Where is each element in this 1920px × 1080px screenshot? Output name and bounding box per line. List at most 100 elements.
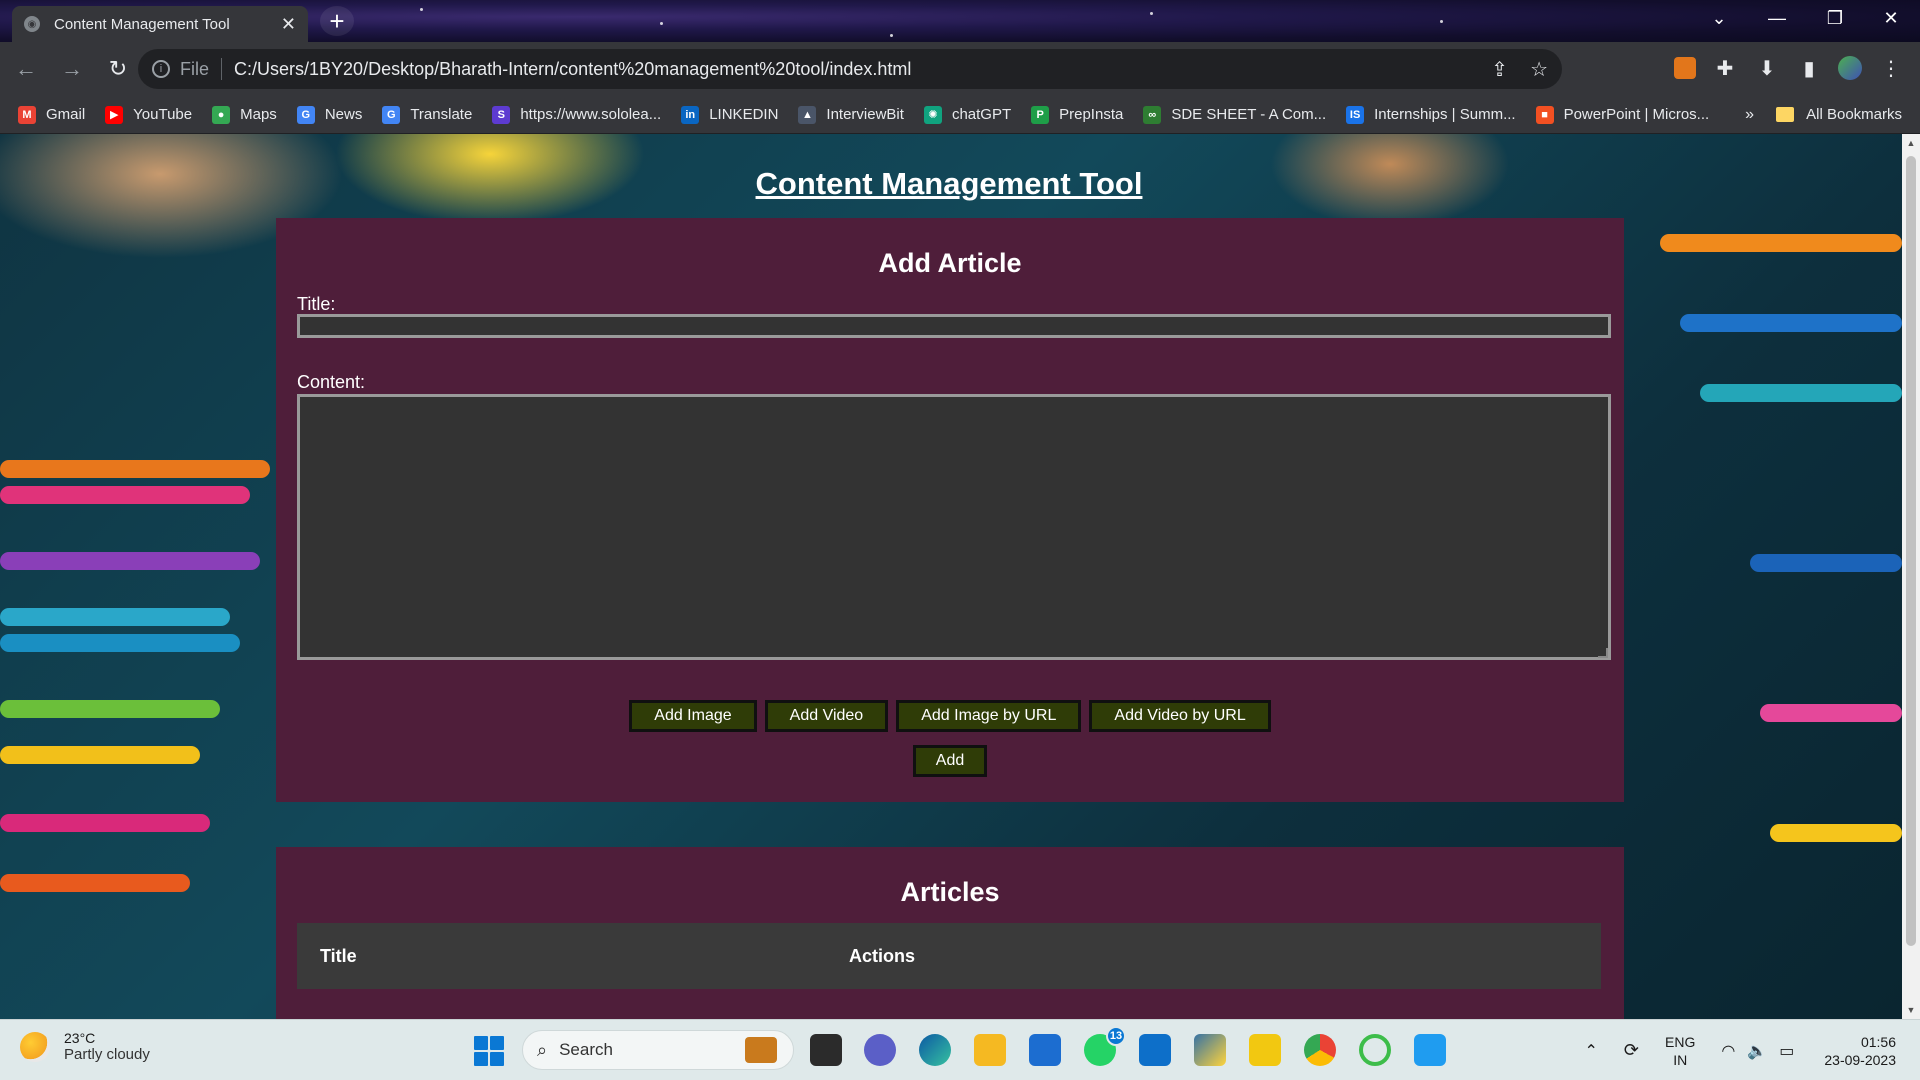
all-bookmarks-label: All Bookmarks xyxy=(1806,106,1902,123)
browser-tab-strip: ◉ Content Management Tool ✕ + ⌄ — ❐ ✕ xyxy=(0,0,1920,42)
refresh-circle-app-icon[interactable] xyxy=(1359,1034,1391,1066)
notification-badge: 13 xyxy=(1106,1026,1126,1046)
close-tab-icon[interactable]: ✕ xyxy=(281,14,296,35)
python-idle-icon[interactable] xyxy=(1194,1034,1226,1066)
microsoft-icon: ■ xyxy=(1535,105,1554,124)
menu-kebab-icon[interactable]: ⋮ xyxy=(1878,54,1904,82)
content-textarea[interactable] xyxy=(297,394,1611,660)
site-info-icon[interactable]: i xyxy=(152,60,170,78)
profile-avatar[interactable] xyxy=(1838,56,1862,80)
system-tray: ⌃ ⟳ ENG IN ◠ 🔈 ▭ 01:56 23-09-2023 xyxy=(1585,1020,1920,1080)
bookmark-label: chatGPT xyxy=(951,106,1012,123)
file-explorer-icon[interactable] xyxy=(974,1034,1006,1066)
microsoft-store-icon[interactable] xyxy=(1029,1034,1061,1066)
downloads-icon[interactable]: ⬇ xyxy=(1754,54,1780,82)
background-decoration xyxy=(1750,554,1902,572)
scrollbar-thumb[interactable] xyxy=(1906,156,1916,946)
language-indicator[interactable]: ENG IN xyxy=(1665,1033,1695,1069)
content-label: Content: xyxy=(297,372,366,392)
vscode-icon[interactable] xyxy=(1414,1034,1446,1066)
resize-grip-icon[interactable] xyxy=(1598,648,1608,658)
teams-chat-icon[interactable] xyxy=(864,1034,896,1066)
bookmark-label: InterviewBit xyxy=(826,106,904,123)
metamask-fox-icon[interactable] xyxy=(1674,57,1696,79)
background-decoration xyxy=(0,746,200,764)
bookmark-label: https://www.sololea... xyxy=(520,106,662,123)
bookmark-item[interactable]: M Gmail xyxy=(18,105,85,124)
title-input[interactable] xyxy=(297,314,1611,338)
bookmark-item[interactable]: ▶ YouTube xyxy=(105,105,192,124)
url-text[interactable]: C:/Users/1BY20/Desktop/Bharath-Intern/co… xyxy=(234,59,911,80)
new-tab-button[interactable]: + xyxy=(320,6,354,36)
battery-icon: ▭ xyxy=(1779,1042,1795,1060)
bookmark-item[interactable]: P PrepInsta xyxy=(1031,105,1124,124)
chatgpt-icon: ✺ xyxy=(923,105,942,124)
bookmark-item[interactable]: Shttps://www.sololea... xyxy=(492,105,662,124)
mail-app-icon[interactable] xyxy=(1139,1034,1171,1066)
add-article-button[interactable]: Add xyxy=(912,745,988,777)
scroll-down-arrow-icon[interactable]: ▼ xyxy=(1902,1001,1920,1019)
tab-search-button[interactable]: ⌄ xyxy=(1690,0,1748,36)
bookmarks-overflow-chevron[interactable]: » xyxy=(1745,106,1754,124)
page-scrollbar[interactable]: ▲ ▼ xyxy=(1902,134,1920,1019)
bookmark-label: SDE SHEET - A Com... xyxy=(1171,106,1327,123)
taskbar-search[interactable]: ⌕ Search xyxy=(522,1030,794,1070)
sync-icon[interactable]: ⟳ xyxy=(1624,1040,1639,1061)
background-decoration xyxy=(1770,824,1902,842)
restore-button[interactable]: ❐ xyxy=(1806,0,1864,36)
tab-content-management-tool[interactable]: ◉ Content Management Tool ✕ xyxy=(12,6,308,42)
weather-widget[interactable]: 23°C Partly cloudy xyxy=(20,1030,150,1063)
chrome-browser-icon[interactable] xyxy=(1304,1034,1336,1066)
add-video-button[interactable]: Add Video xyxy=(764,700,889,732)
edge-browser-icon[interactable] xyxy=(919,1034,951,1066)
start-windows-icon[interactable] xyxy=(474,1036,504,1066)
network-volume-battery[interactable]: ◠ 🔈 ▭ xyxy=(1721,1041,1794,1061)
bookmark-item[interactable]: ∞ SDE SHEET - A Com... xyxy=(1143,105,1327,124)
scroll-up-arrow-icon[interactable]: ▲ xyxy=(1902,134,1920,152)
extensions-puzzle-icon[interactable]: ✚ xyxy=(1712,54,1738,82)
title-label: Title: xyxy=(297,294,336,314)
back-button[interactable]: ← xyxy=(6,49,46,89)
language-code: ENG xyxy=(1665,1033,1696,1050)
share-icon[interactable]: ⇪ xyxy=(1491,57,1508,82)
bookmark-item[interactable]: ✺ chatGPT xyxy=(923,105,1012,124)
add-image-button[interactable]: Add Image xyxy=(629,700,757,732)
bookmark-item[interactable]: ■ PowerPoint | Micros... xyxy=(1535,105,1709,124)
clock-time: 01:56 xyxy=(1860,1033,1896,1050)
side-panel-icon[interactable]: ▮ xyxy=(1796,54,1822,82)
background-decoration xyxy=(0,460,270,478)
close-window-button[interactable]: ✕ xyxy=(1862,0,1920,36)
bookmark-item[interactable]: IS Internships | Summ... xyxy=(1346,105,1516,124)
whatsapp-icon[interactable]: 13 xyxy=(1084,1026,1126,1066)
media-button-row: Add Image Add Video Add Image by URL Add… xyxy=(276,700,1624,732)
reload-button[interactable]: ↻ xyxy=(98,49,138,89)
minimize-button[interactable]: — xyxy=(1748,0,1806,36)
clock[interactable]: 01:56 23-09-2023 xyxy=(1824,1033,1896,1069)
page-title[interactable]: Content Management Tool xyxy=(0,166,1898,202)
forward-button[interactable]: → xyxy=(52,49,92,89)
bookmark-label: PrepInsta xyxy=(1059,106,1124,123)
bookmark-item[interactable]: in LINKEDIN xyxy=(681,105,778,124)
power-bi-icon[interactable] xyxy=(1249,1034,1281,1066)
bookmark-item[interactable]: G News xyxy=(296,105,362,124)
briefcase-icon xyxy=(745,1037,777,1063)
bookmark-star-icon[interactable]: ☆ xyxy=(1530,57,1548,82)
task-view-icon[interactable] xyxy=(810,1034,842,1066)
divider xyxy=(221,58,223,80)
clock-date: 23-09-2023 xyxy=(1824,1051,1896,1068)
add-image-by-url-button[interactable]: Add Image by URL xyxy=(896,700,1082,732)
background-decoration xyxy=(1760,704,1902,722)
all-bookmarks-button[interactable]: All Bookmarks xyxy=(1776,106,1902,123)
toolbar-icons: ✚ ⬇ ▮ ⋮ xyxy=(1674,54,1904,82)
search-icon: ⌕ xyxy=(537,1039,548,1060)
translate-icon: G xyxy=(382,105,401,124)
bookmark-item[interactable]: ● Maps xyxy=(212,105,277,124)
add-video-by-url-button[interactable]: Add Video by URL xyxy=(1089,700,1271,732)
windows-taskbar: 23°C Partly cloudy ⌕ Search 13 ⌃ ⟳ ENG I… xyxy=(0,1019,1920,1080)
address-bar[interactable]: i File C:/Users/1BY20/Desktop/Bharath-In… xyxy=(138,49,1562,89)
show-hidden-icons-chevron[interactable]: ⌃ xyxy=(1585,1041,1598,1061)
bookmark-item[interactable]: G Translate xyxy=(382,105,472,124)
background-decoration xyxy=(0,486,250,504)
background-decoration xyxy=(1700,384,1902,402)
bookmark-item[interactable]: ▲ InterviewBit xyxy=(798,105,904,124)
